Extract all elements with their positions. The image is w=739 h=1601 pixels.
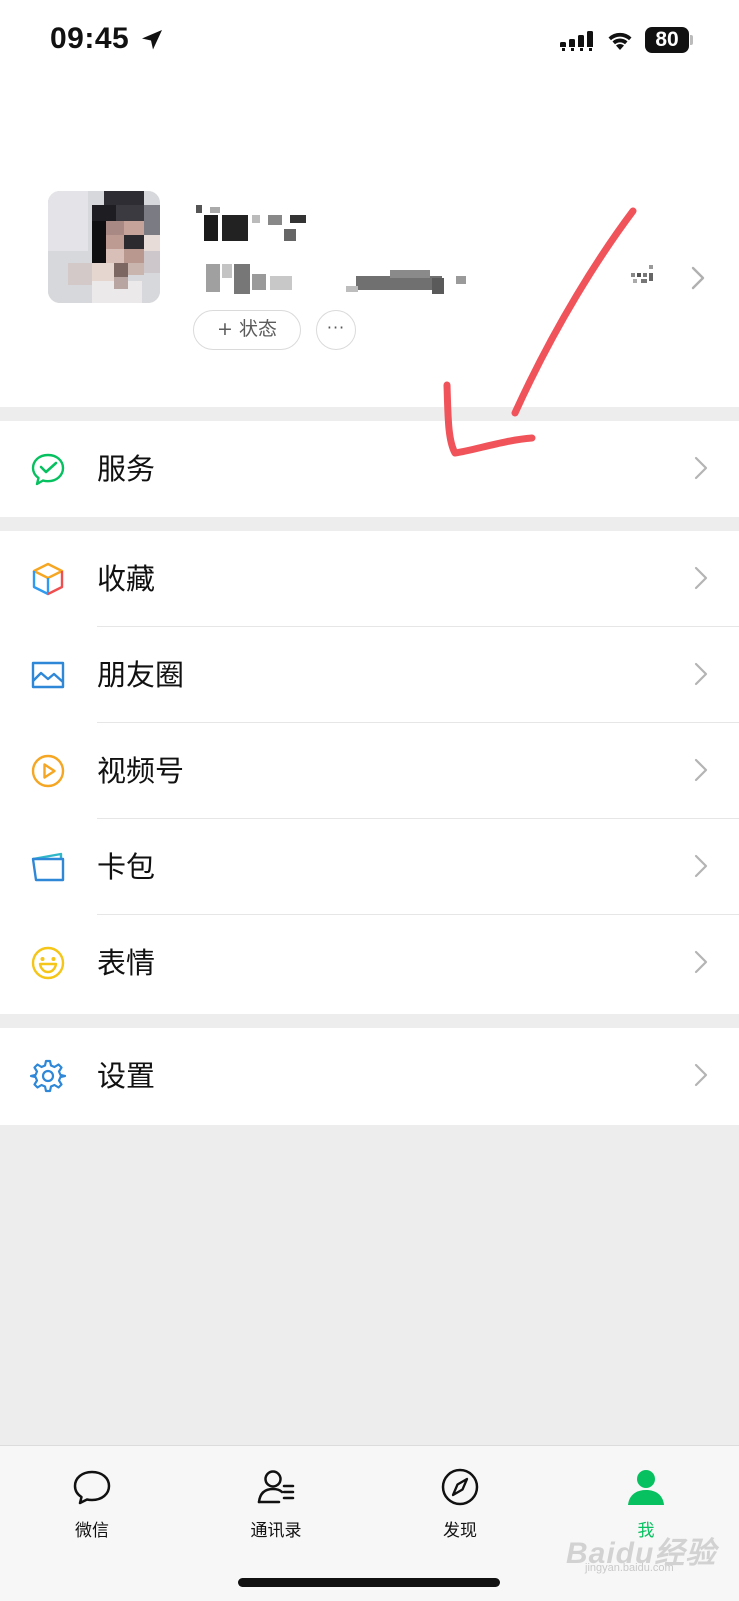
chevron-right-icon [691,266,705,290]
qr-code-icon[interactable] [631,263,653,285]
chat-bubble-icon [73,1470,111,1505]
smile-icon [31,946,65,980]
avatar-image [48,191,160,303]
menu-item-moments[interactable]: 朋友圈 [0,627,739,723]
tab-label: 通讯录 [250,1521,302,1541]
menu-item-settings[interactable]: 设置 [0,1028,739,1124]
profile-header[interactable]: + 状态 ··· [0,85,739,407]
menu-item-channels[interactable]: 视频号 [0,723,739,819]
add-status-button[interactable]: + 状态 [193,310,301,350]
location-arrow-icon [142,30,162,50]
menu-item-label: 卡包 [97,850,156,884]
gear-icon [30,1059,66,1093]
tab-chats[interactable]: 微信 [32,1466,152,1556]
nickname-pixelated [196,205,306,241]
settings-group: 设置 [0,1028,739,1125]
status-time: 09:45 [50,22,130,55]
menu-item-services[interactable]: 服务 [0,421,739,517]
menu-item-label: 设置 [97,1059,156,1093]
cellular-signal-icon [560,31,593,51]
menu-item-label: 服务 [97,452,156,486]
battery-tip [690,35,693,45]
wallet-icon [31,852,65,882]
menu-item-label: 视频号 [97,754,185,788]
battery-indicator: 80 [645,27,689,53]
cube-icon [32,562,64,596]
chevron-right-icon [694,1063,708,1087]
avatar[interactable] [48,191,160,303]
play-circle-icon [31,754,65,788]
chevron-right-icon [694,566,708,590]
wechat-pay-icon [31,453,65,486]
home-indicator[interactable] [238,1578,500,1587]
chevron-right-icon [694,950,708,974]
menu-item-label: 收藏 [97,562,156,596]
watermark-url: jingyan.baidu.com [585,1562,674,1574]
chevron-right-icon [694,854,708,878]
chevron-right-icon [694,456,708,480]
tab-discover[interactable]: 发现 [400,1466,520,1556]
tab-label: 发现 [443,1521,477,1541]
services-group: 服务 [0,421,739,517]
wechat-id-pixelated [206,264,466,294]
menu-item-label: 表情 [97,946,156,980]
wifi-icon [608,32,632,50]
person-icon [628,1470,664,1505]
tab-contacts[interactable]: 通讯录 [216,1466,336,1556]
contacts-icon [257,1470,295,1504]
image-icon [31,661,65,689]
menu-item-stickers[interactable]: 表情 [0,915,739,1011]
status-bar: 09:45 80 [0,0,739,85]
menu-item-cards[interactable]: 卡包 [0,819,739,915]
features-group: 收藏 朋友圈 视频号 卡包 表情 [0,531,739,1014]
chevron-right-icon [694,662,708,686]
menu-item-label: 朋友圈 [97,658,185,692]
tab-label: 微信 [75,1521,109,1541]
compass-icon [441,1468,479,1506]
menu-item-favorites[interactable]: 收藏 [0,531,739,627]
more-status-button[interactable]: ··· [316,310,356,350]
chevron-right-icon [694,758,708,782]
